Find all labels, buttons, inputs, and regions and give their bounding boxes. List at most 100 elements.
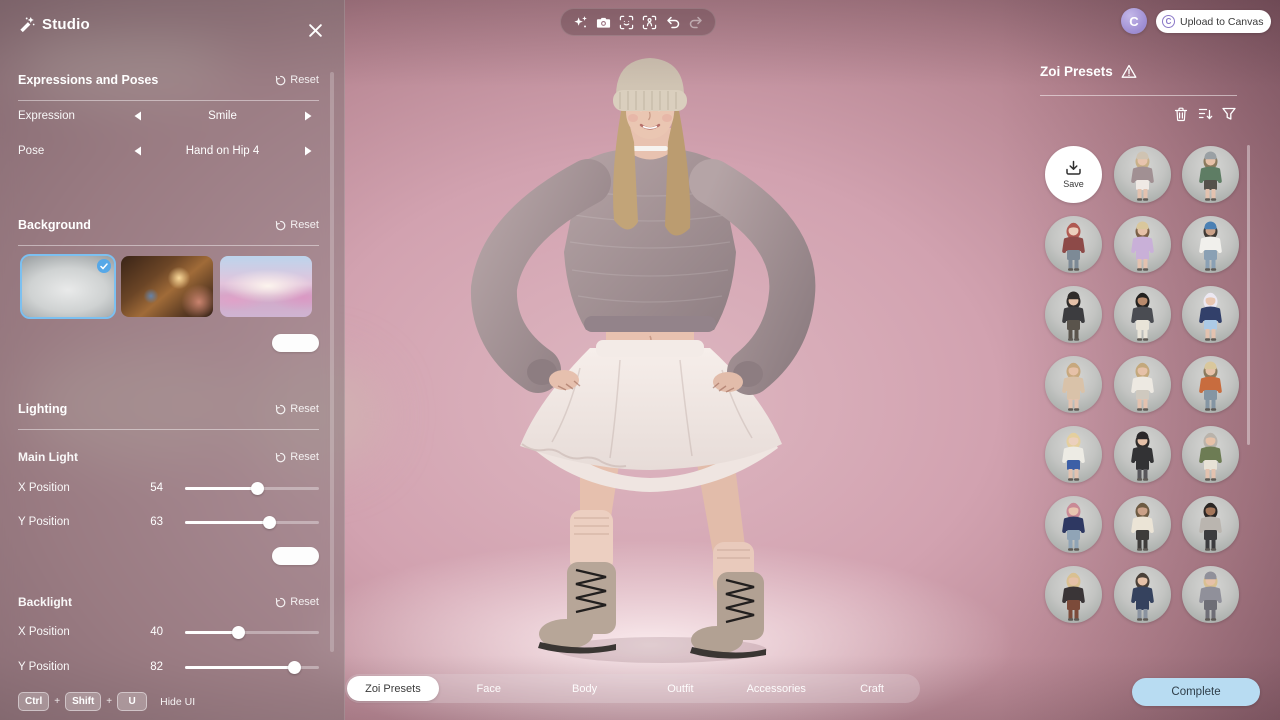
- tab-craft[interactable]: Craft: [826, 676, 918, 701]
- reset-expressions-button[interactable]: Reset: [275, 74, 319, 86]
- preset-thumbnail[interactable]: [1114, 146, 1171, 203]
- main-light-y-slider[interactable]: [185, 514, 319, 530]
- preset-thumbnail[interactable]: [1045, 426, 1102, 483]
- reset-background-button[interactable]: Reset: [275, 219, 319, 231]
- background-thumbnail-room[interactable]: [121, 256, 213, 317]
- pose-row: Pose Hand on Hip 4: [18, 141, 319, 161]
- preset-avatar: [1182, 356, 1239, 413]
- background-section-header: Background Reset: [18, 218, 319, 232]
- hide-ui-label: Hide UI: [160, 696, 195, 708]
- expression-next-button[interactable]: [297, 111, 319, 121]
- preset-thumbnail[interactable]: [1114, 566, 1171, 623]
- preset-avatar: [1114, 496, 1171, 553]
- delete-preset-button[interactable]: [1173, 106, 1189, 122]
- preset-avatar: [1182, 286, 1239, 343]
- tab-face[interactable]: Face: [443, 676, 535, 701]
- filter-button[interactable]: [1221, 106, 1237, 122]
- save-label: Save: [1063, 179, 1084, 189]
- preset-thumbnail[interactable]: [1182, 566, 1239, 623]
- slider-thumb[interactable]: [232, 626, 245, 639]
- preset-avatar: [1182, 146, 1239, 203]
- undo-button[interactable]: [664, 13, 682, 31]
- pose-prev-button[interactable]: [126, 146, 148, 156]
- preset-thumbnail[interactable]: [1045, 566, 1102, 623]
- main-light-x-row: X Position 54: [18, 480, 319, 496]
- divider: [1040, 95, 1237, 96]
- divider: [18, 100, 319, 101]
- preset-thumbnail[interactable]: [1182, 216, 1239, 273]
- preset-avatar: [1045, 426, 1102, 483]
- chevron-left-icon: [133, 146, 142, 156]
- preset-thumbnail[interactable]: [1182, 426, 1239, 483]
- preset-thumbnail[interactable]: [1045, 496, 1102, 553]
- preset-thumbnail[interactable]: [1182, 146, 1239, 203]
- preset-thumbnail[interactable]: [1045, 286, 1102, 343]
- slider-thumb[interactable]: [251, 482, 264, 495]
- model-viewport[interactable]: [345, 0, 1030, 674]
- pose-next-button[interactable]: [297, 146, 319, 156]
- screenshot-button[interactable]: [595, 13, 613, 31]
- preset-thumbnail[interactable]: [1114, 356, 1171, 413]
- background-color-swatch-button[interactable]: [272, 334, 319, 352]
- presets-title: Zoi Presets: [1040, 64, 1113, 79]
- reset-backlight-button[interactable]: Reset: [275, 596, 319, 608]
- panel-header: Studio: [18, 16, 90, 33]
- expression-prev-button[interactable]: [126, 111, 148, 121]
- preset-thumbnail[interactable]: [1182, 286, 1239, 343]
- reset-icon: [275, 220, 286, 231]
- enhance-button[interactable]: [572, 13, 590, 31]
- account-badge[interactable]: C: [1121, 8, 1147, 34]
- main-light-color-swatch-button[interactable]: [272, 547, 319, 565]
- reset-icon: [275, 404, 286, 415]
- preset-thumbnail[interactable]: [1114, 216, 1171, 273]
- body-capture-button[interactable]: [641, 13, 659, 31]
- section-title: Lighting: [18, 402, 67, 416]
- redo-button[interactable]: [687, 13, 705, 31]
- preset-thumbnail[interactable]: [1114, 286, 1171, 343]
- body-scan-icon: [642, 15, 657, 30]
- close-icon: [308, 23, 323, 38]
- slider-fill: [185, 521, 269, 525]
- upload-to-canvas-button[interactable]: C Upload to Canvas: [1156, 10, 1271, 33]
- keycap-shift: Shift: [65, 692, 101, 711]
- reset-icon: [275, 597, 286, 608]
- preset-thumbnail[interactable]: [1182, 496, 1239, 553]
- section-title: Expressions and Poses: [18, 73, 158, 87]
- background-thumbnail-studio[interactable]: [22, 256, 114, 317]
- slider-thumb[interactable]: [288, 661, 301, 674]
- left-panel-scrollbar[interactable]: [330, 72, 334, 652]
- trash-icon: [1174, 107, 1188, 122]
- preset-thumbnail[interactable]: [1045, 216, 1102, 273]
- preset-thumbnail[interactable]: [1114, 496, 1171, 553]
- slider-label: Y Position: [18, 516, 133, 528]
- presets-header: Zoi Presets: [1040, 64, 1237, 79]
- complete-button[interactable]: Complete: [1132, 678, 1260, 706]
- close-button[interactable]: [304, 19, 326, 41]
- slider-thumb[interactable]: [263, 516, 276, 529]
- presets-scrollbar[interactable]: [1247, 145, 1250, 445]
- presets-toolbar: [1040, 106, 1237, 122]
- complete-label: Complete: [1171, 686, 1220, 698]
- reset-label: Reset: [290, 451, 319, 463]
- reset-lighting-button[interactable]: Reset: [275, 403, 319, 415]
- reset-icon: [275, 75, 286, 86]
- pose-label: Pose: [18, 145, 126, 157]
- main-light-x-slider[interactable]: [185, 480, 319, 496]
- tab-body[interactable]: Body: [539, 676, 631, 701]
- preset-thumbnail[interactable]: [1182, 356, 1239, 413]
- background-thumbnail-sky[interactable]: [220, 256, 312, 317]
- tab-accessories[interactable]: Accessories: [730, 676, 822, 701]
- slider-fill: [185, 631, 239, 635]
- tab-zoi-presets[interactable]: Zoi Presets: [347, 676, 439, 701]
- backlight-y-row: Y Position 82: [18, 659, 319, 675]
- sort-button[interactable]: [1197, 106, 1213, 122]
- reset-main-light-button[interactable]: Reset: [275, 451, 319, 463]
- preset-thumbnail[interactable]: [1045, 356, 1102, 413]
- preset-thumbnail[interactable]: [1114, 426, 1171, 483]
- viewport-toolbar: [560, 8, 716, 36]
- tab-outfit[interactable]: Outfit: [634, 676, 726, 701]
- save-preset-button[interactable]: Save: [1045, 146, 1102, 203]
- face-capture-button[interactable]: [618, 13, 636, 31]
- backlight-y-slider[interactable]: [185, 659, 319, 675]
- backlight-x-slider[interactable]: [185, 624, 319, 640]
